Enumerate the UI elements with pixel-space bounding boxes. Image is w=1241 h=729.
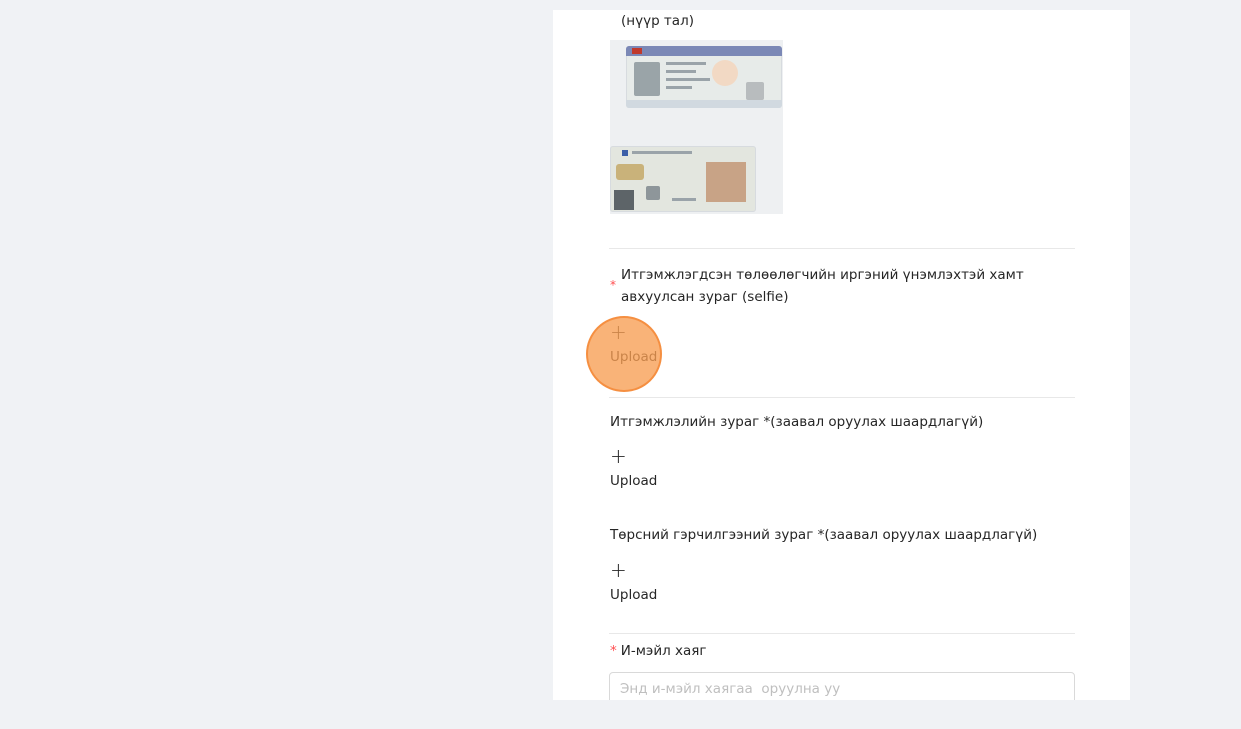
id-card-example-image — [610, 40, 783, 214]
plus-icon: + — [610, 320, 627, 344]
proxy-photo-upload-button[interactable]: + Upload — [610, 446, 690, 492]
proxy-photo-field-label: Итгэмжлэлийн зураг *(заавал оруулах шаар… — [610, 414, 984, 430]
selfie-upload-button[interactable]: + Upload — [610, 322, 690, 368]
upload-label: Upload — [610, 587, 658, 603]
divider — [609, 248, 1075, 249]
birth-cert-field-label: Төрсний гэрчилгээний зураг *(заавал оруу… — [610, 527, 1038, 543]
email-label-text: И-мэйл хаяг — [620, 643, 707, 659]
divider — [609, 633, 1075, 634]
plus-icon: + — [610, 444, 627, 468]
page-viewport: (нүүр тал) * Итгэмжлэгдсэн төлөөлөгчийн … — [5, 10, 1241, 700]
id-card-front — [626, 46, 782, 108]
upload-label: Upload — [610, 349, 658, 365]
divider — [609, 397, 1075, 398]
selfie-field-label: * Итгэмжлэгдсэн төлөөлөгчийн иргэний үнэ… — [610, 264, 1070, 308]
required-mark: * — [610, 278, 616, 292]
front-side-caption: (нүүр тал) — [621, 13, 694, 29]
form-card: (нүүр тал) * Итгэмжлэгдсэн төлөөлөгчийн … — [553, 10, 1130, 700]
page-bottom-strip — [0, 700, 1241, 729]
id-card-back — [610, 146, 756, 212]
birth-cert-upload-button[interactable]: + Upload — [610, 560, 690, 606]
plus-icon: + — [610, 558, 627, 582]
required-mark: * — [610, 643, 617, 659]
selfie-label-text: Итгэмжлэгдсэн төлөөлөгчийн иргэний үнэмл… — [621, 267, 1024, 305]
upload-label: Upload — [610, 473, 658, 489]
email-field-label: * И-мэйл хаяг — [610, 640, 706, 662]
